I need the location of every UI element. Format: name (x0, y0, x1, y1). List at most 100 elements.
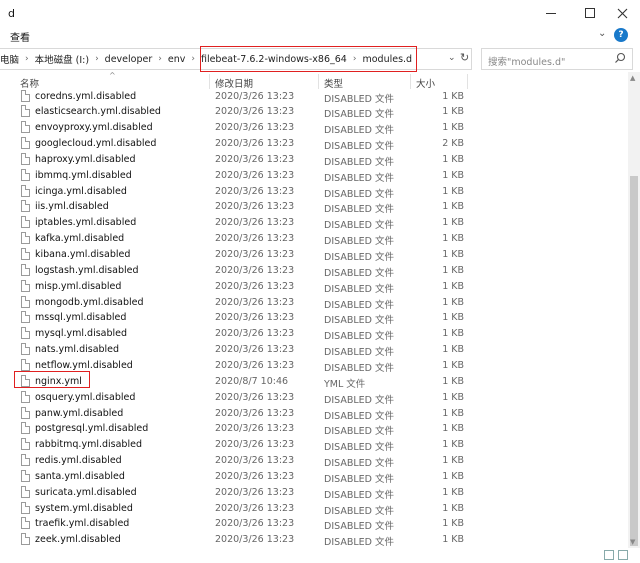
file-row[interactable]: icinga.yml.disabled 2020/3/26 13:23 DISABL… (0, 184, 628, 200)
file-name: coredns.yml.disabled (35, 90, 137, 102)
tab-view[interactable]: 查看 (10, 29, 30, 44)
large-icons-view-icon[interactable] (618, 550, 628, 560)
file-row[interactable]: system.yml.disabled 2020/3/26 13:23 DISABL… (0, 501, 628, 517)
file-type: DISABLED 文件 (324, 362, 394, 374)
file-row[interactable]: traefik.yml.disabled 2020/3/26 13:23 DISAB… (0, 516, 628, 532)
breadcrumb-chevron-icon[interactable]: › (25, 54, 29, 64)
scroll-up-icon[interactable]: ▲ (630, 74, 635, 82)
file-row[interactable]: rabbitmq.yml.disabled 2020/3/26 13:23 DISA… (0, 437, 628, 453)
vertical-scrollbar[interactable]: ▲ ▼ (628, 72, 640, 548)
breadcrumb-item-computer[interactable]: 电脑 (0, 52, 19, 66)
file-date: 2020/3/26 13:23 (215, 264, 295, 276)
file-row[interactable]: santa.yml.disabled 2020/3/26 13:23 DISABLE… (0, 469, 628, 485)
file-date: 2020/3/26 13:23 (215, 169, 295, 181)
file-size: 2 KB (442, 138, 464, 150)
close-button[interactable] (607, 4, 637, 22)
file-row[interactable]: mssql.yml.disabled 2020/3/26 13:23 DISABLE… (0, 310, 628, 326)
file-name: traefik.yml.disabled (35, 518, 130, 530)
search-icon[interactable] (614, 52, 626, 64)
file-icon (21, 184, 30, 197)
column-divider[interactable] (467, 74, 468, 89)
scroll-down-icon[interactable]: ▼ (630, 538, 635, 546)
file-type: DISABLED 文件 (324, 252, 394, 263)
breadcrumb-item-env[interactable]: env (168, 54, 186, 65)
file-row[interactable]: ibmmq.yml.disabled 2020/3/26 13:23 DISABLE… (0, 168, 628, 184)
sort-ascending-icon: ^ (109, 71, 116, 80)
file-row[interactable]: coredns.yml.disabled 2020/3/26 13:23 DISAB… (0, 89, 628, 105)
file-list: coredns.yml.disabled 2020/3/26 13:23 DISAB… (0, 88, 628, 548)
file-date: 2020/3/26 13:23 (215, 185, 295, 197)
file-row[interactable]: postgresql.yml.disabled 2020/3/26 13:23 DI… (0, 421, 628, 437)
file-row[interactable]: osquery.yml.disabled 2020/3/26 13:23 DISAB… (0, 390, 628, 406)
file-row[interactable]: mysql.yml.disabled 2020/3/26 13:23 DISABLE… (0, 326, 628, 342)
file-name: elasticsearch.yml.disabled (35, 106, 161, 118)
breadcrumb-chevron-icon[interactable]: › (95, 54, 99, 64)
file-row[interactable]: nats.yml.disabled 2020/3/26 13:23 DISABLED… (0, 342, 628, 358)
file-row[interactable]: kibana.yml.disabled 2020/3/26 13:23 DISABL… (0, 247, 628, 263)
file-row[interactable]: nginx.yml 2020/8/7 10:46 YML 文件 1 KB (0, 374, 628, 390)
file-type: DISABLED 文件 (324, 473, 394, 485)
file-type: DISABLED 文件 (324, 442, 394, 454)
maximize-button[interactable] (575, 4, 605, 22)
file-icon (21, 406, 30, 419)
file-icon (21, 422, 30, 435)
file-size: 1 KB (442, 439, 464, 451)
file-size: 1 KB (442, 280, 464, 292)
file-icon (21, 533, 30, 546)
file-type: DISABLED 文件 (324, 410, 394, 422)
file-row[interactable]: panw.yml.disabled 2020/3/26 13:23 DISABLED… (0, 406, 628, 422)
refresh-icon[interactable]: ↻ (460, 51, 469, 64)
file-icon (21, 105, 30, 118)
file-name: iptables.yml.disabled (35, 217, 137, 229)
breadcrumb-chevron-icon[interactable]: › (191, 54, 195, 64)
file-row[interactable]: kafka.yml.disabled 2020/3/26 13:23 DISABLE… (0, 231, 628, 247)
file-type: DISABLED 文件 (324, 267, 394, 279)
file-type: DISABLED 文件 (324, 315, 394, 327)
ribbon-expand-icon[interactable]: ⌄ (598, 28, 606, 39)
minimize-button[interactable] (536, 4, 566, 22)
file-size: 1 KB (442, 344, 464, 356)
file-icon (21, 358, 30, 371)
column-divider[interactable] (318, 74, 319, 89)
file-date: 2020/3/26 13:23 (215, 233, 295, 245)
file-size: 1 KB (442, 455, 464, 467)
file-row[interactable]: iptables.yml.disabled 2020/3/26 13:23 DISA… (0, 215, 628, 231)
file-row[interactable]: redis.yml.disabled 2020/3/26 13:23 DISABLE… (0, 453, 628, 469)
file-icon (21, 517, 30, 530)
file-row[interactable]: googlecloud.yml.disabled 2020/3/26 13:23 D… (0, 136, 628, 152)
column-divider[interactable] (209, 74, 210, 89)
file-row[interactable]: mongodb.yml.disabled 2020/3/26 13:23 DISAB… (0, 295, 628, 311)
file-date: 2020/3/26 13:23 (215, 249, 295, 260)
address-bar[interactable]: 电脑 › 本地磁盘 (I:) › developer › env › fileb… (0, 46, 472, 72)
column-divider[interactable] (410, 74, 411, 89)
file-size: 1 KB (442, 264, 464, 276)
help-icon[interactable]: ? (614, 28, 628, 42)
file-row[interactable]: haproxy.yml.disabled 2020/3/26 13:23 DISAB… (0, 152, 628, 168)
file-row[interactable]: misp.yml.disabled 2020/3/26 13:23 DISABLED… (0, 279, 628, 295)
file-date: 2020/3/26 13:23 (215, 470, 295, 482)
file-type: DISABLED 文件 (324, 109, 394, 121)
file-row[interactable]: elasticsearch.yml.disabled 2020/3/26 13:2… (0, 104, 628, 120)
file-type: DISABLED 文件 (324, 521, 394, 533)
file-row[interactable]: suricata.yml.disabled 2020/3/26 13:23 DISA… (0, 485, 628, 501)
file-row[interactable]: netflow.yml.disabled 2020/3/26 13:23 DISAB… (0, 358, 628, 374)
scrollbar-thumb[interactable] (630, 176, 638, 546)
file-name: system.yml.disabled (35, 502, 133, 514)
file-row[interactable]: zeek.yml.disabled 2020/3/26 13:23 DISABLED… (0, 532, 628, 548)
details-view-icon[interactable] (604, 550, 614, 560)
file-size: 1 KB (442, 502, 464, 514)
file-row[interactable]: logstash.yml.disabled 2020/3/26 13:23 DISA… (0, 263, 628, 279)
file-size: 1 KB (442, 169, 464, 181)
file-name: netflow.yml.disabled (35, 359, 133, 371)
file-type: DISABLED 文件 (324, 426, 394, 438)
file-row[interactable]: envoyproxy.yml.disabled 2020/3/26 13:23 DI… (0, 120, 628, 136)
breadcrumb-chevron-icon[interactable]: › (158, 54, 162, 64)
title-bar: d (0, 0, 640, 26)
search-box[interactable]: 搜索"modules.d" (481, 48, 633, 70)
file-type: DISABLED 文件 (324, 220, 394, 232)
file-icon (21, 279, 30, 292)
address-dropdown-icon[interactable]: ⌄ (448, 53, 456, 63)
breadcrumb-item-developer[interactable]: developer (105, 54, 153, 65)
file-row[interactable]: iis.yml.disabled 2020/3/26 13:23 DISABLED … (0, 199, 628, 215)
breadcrumb-item-drive[interactable]: 本地磁盘 (I:) (35, 52, 89, 66)
